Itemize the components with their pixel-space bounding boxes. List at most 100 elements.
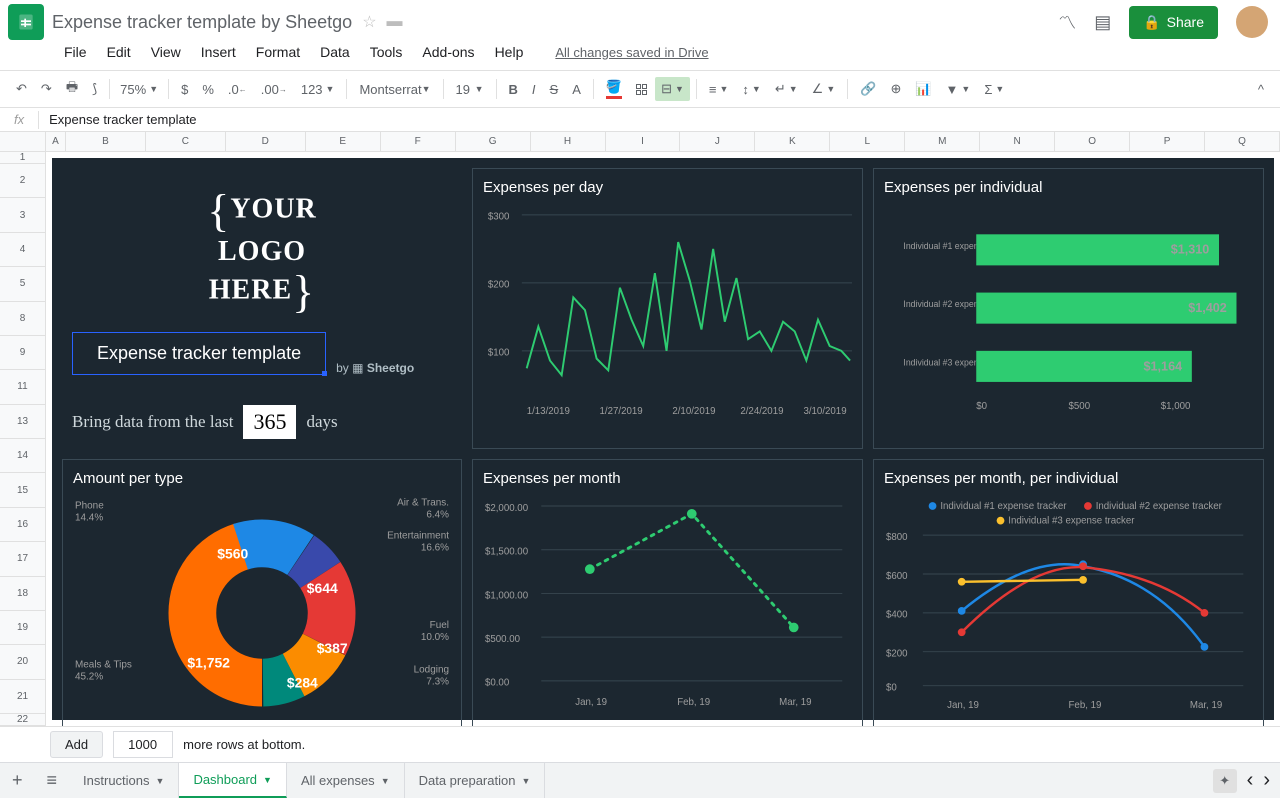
chart-per-day[interactable]: Expenses per day $300 $200 $100 1/13/201… — [472, 168, 863, 449]
lock-icon: 🔒 — [1143, 14, 1160, 31]
number-format-select[interactable]: 123▼ — [295, 78, 341, 101]
svg-text:Mar, 19: Mar, 19 — [1190, 700, 1222, 711]
chart-per-month[interactable]: Expenses per month $2,000.00 $1,500.00 $… — [472, 459, 863, 726]
bold-button[interactable]: B — [503, 78, 524, 101]
decrease-decimal-button[interactable]: .0← — [222, 78, 253, 101]
link-button[interactable]: 🔗 — [854, 77, 882, 101]
svg-text:45.2%: 45.2% — [75, 672, 103, 683]
scroll-right-button[interactable]: › — [1263, 769, 1270, 792]
svg-text:10.0%: 10.0% — [421, 632, 449, 643]
wrap-button[interactable]: ↵▼ — [769, 77, 804, 101]
menu-addons[interactable]: Add-ons — [414, 40, 482, 64]
tab-all-expenses[interactable]: All expenses▼ — [287, 763, 405, 798]
svg-text:$1,310: $1,310 — [1171, 243, 1210, 257]
toolbar: ↶ ↷ 🖶 ⟆ 75%▼ $ % .0← .00→ 123▼ Montserra… — [0, 70, 1280, 108]
filter-button[interactable]: ▼▼ — [940, 78, 977, 101]
svg-text:Phone: Phone — [75, 501, 104, 512]
menu-help[interactable]: Help — [487, 40, 532, 64]
comments-icon[interactable]: ▤ — [1094, 12, 1111, 33]
scroll-left-button[interactable]: ‹ — [1247, 769, 1254, 792]
template-title[interactable]: Expense tracker template — [72, 332, 326, 375]
svg-text:$500: $500 — [1069, 401, 1091, 412]
svg-text:Jan, 19: Jan, 19 — [947, 700, 979, 711]
svg-text:$1,500.00: $1,500.00 — [485, 547, 529, 558]
account-avatar[interactable] — [1236, 6, 1268, 38]
add-rows-button[interactable]: Add — [50, 731, 103, 758]
chart-per-month-individual[interactable]: Expenses per month, per individual Indiv… — [873, 459, 1264, 726]
collapse-toolbar-button[interactable]: ^ — [1252, 78, 1270, 101]
formula-input[interactable]: Expense tracker template — [39, 112, 196, 127]
undo-button[interactable]: ↶ — [10, 77, 33, 101]
functions-button[interactable]: Σ▼ — [978, 78, 1010, 101]
svg-text:Air & Trans.: Air & Trans. — [397, 498, 449, 509]
merge-button[interactable]: ⊟▼ — [655, 77, 690, 101]
halign-button[interactable]: ≡▼ — [703, 78, 735, 101]
percent-button[interactable]: % — [196, 78, 220, 101]
print-button[interactable]: 🖶 — [60, 74, 84, 104]
menu-file[interactable]: File — [56, 40, 95, 64]
days-input[interactable]: 365 — [243, 405, 296, 439]
menu-format[interactable]: Format — [248, 40, 308, 64]
menu-tools[interactable]: Tools — [362, 40, 411, 64]
svg-text:$1,752: $1,752 — [187, 655, 230, 671]
add-rows-suffix: more rows at bottom. — [183, 737, 305, 752]
borders-button[interactable] — [630, 80, 653, 99]
svg-text:Feb, 19: Feb, 19 — [677, 697, 710, 708]
font-select[interactable]: Montserrat▼ — [353, 78, 436, 101]
explore-button[interactable]: ✦ — [1213, 769, 1237, 793]
sheets-logo[interactable] — [8, 4, 44, 40]
chart-button[interactable]: 📊 — [909, 77, 937, 101]
svg-text:$284: $284 — [287, 675, 318, 691]
rotate-button[interactable]: ∠▼ — [806, 77, 842, 101]
svg-text:$100: $100 — [488, 348, 510, 359]
text-color-button[interactable]: A — [566, 78, 587, 101]
zoom-select[interactable]: 75%▼ — [116, 82, 162, 97]
menu-edit[interactable]: Edit — [99, 40, 139, 64]
svg-text:$200: $200 — [886, 649, 908, 660]
fontsize-select[interactable]: 19▼ — [450, 78, 490, 101]
activity-icon[interactable]: 〽 — [1058, 9, 1076, 35]
currency-button[interactable]: $ — [175, 78, 194, 101]
svg-text:Jan, 19: Jan, 19 — [575, 697, 607, 708]
valign-button[interactable]: ↕▼ — [736, 78, 766, 101]
svg-text:Individual #2 expense tracker: Individual #2 expense tracker — [1096, 501, 1223, 512]
star-icon[interactable]: ☆ — [362, 12, 376, 32]
add-sheet-button[interactable]: + — [0, 770, 35, 791]
svg-text:1/13/2019: 1/13/2019 — [527, 406, 570, 417]
move-folder-icon[interactable]: ▬ — [387, 13, 403, 31]
tab-data-preparation[interactable]: Data preparation▼ — [405, 763, 546, 798]
save-status[interactable]: All changes saved in Drive — [547, 41, 716, 64]
row-headers[interactable]: 1 2 3 4 5 8 9 11 13 14 15 16 17 18 19 20… — [0, 152, 46, 726]
column-headers[interactable]: A B C D E F G H I J K L M N O P Q — [0, 132, 1280, 152]
menu-bar: File Edit View Insert Format Data Tools … — [0, 36, 1280, 70]
svg-text:$600: $600 — [886, 571, 908, 582]
redo-button[interactable]: ↷ — [35, 77, 58, 101]
chart-per-individual[interactable]: Expenses per individual Individual #1 ex… — [873, 168, 1264, 449]
doc-title[interactable]: Expense tracker template by Sheetgo — [52, 12, 352, 33]
share-button[interactable]: 🔒 Share — [1129, 6, 1218, 39]
menu-insert[interactable]: Insert — [193, 40, 244, 64]
svg-text:2/24/2019: 2/24/2019 — [740, 406, 783, 417]
menu-view[interactable]: View — [143, 40, 189, 64]
strike-button[interactable]: S — [544, 78, 565, 101]
svg-text:$1,164: $1,164 — [1144, 359, 1183, 373]
all-sheets-button[interactable]: ≡ — [35, 770, 70, 791]
menu-data[interactable]: Data — [312, 40, 358, 64]
tab-instructions[interactable]: Instructions▼ — [69, 763, 179, 798]
svg-text:Mar, 19: Mar, 19 — [779, 697, 811, 708]
increase-decimal-button[interactable]: .00→ — [255, 78, 293, 101]
italic-button[interactable]: I — [526, 78, 542, 101]
tab-dashboard[interactable]: Dashboard▼ — [179, 763, 287, 798]
add-rows-count-input[interactable]: 1000 — [113, 731, 173, 758]
svg-text:14.4%: 14.4% — [75, 512, 103, 523]
svg-text:Feb, 19: Feb, 19 — [1069, 700, 1102, 711]
svg-text:$800: $800 — [886, 532, 908, 543]
chart-per-type[interactable]: Amount per type $560 $644 $387 $284 — [62, 459, 462, 726]
svg-text:$400: $400 — [886, 610, 908, 621]
svg-text:$644: $644 — [307, 580, 338, 596]
paint-format-button[interactable]: ⟆ — [86, 77, 103, 101]
svg-text:$560: $560 — [217, 545, 248, 561]
comment-button[interactable]: ⊕ — [884, 77, 907, 101]
fill-color-button[interactable]: 🪣 — [600, 75, 628, 103]
svg-text:3/10/2019: 3/10/2019 — [803, 406, 846, 417]
